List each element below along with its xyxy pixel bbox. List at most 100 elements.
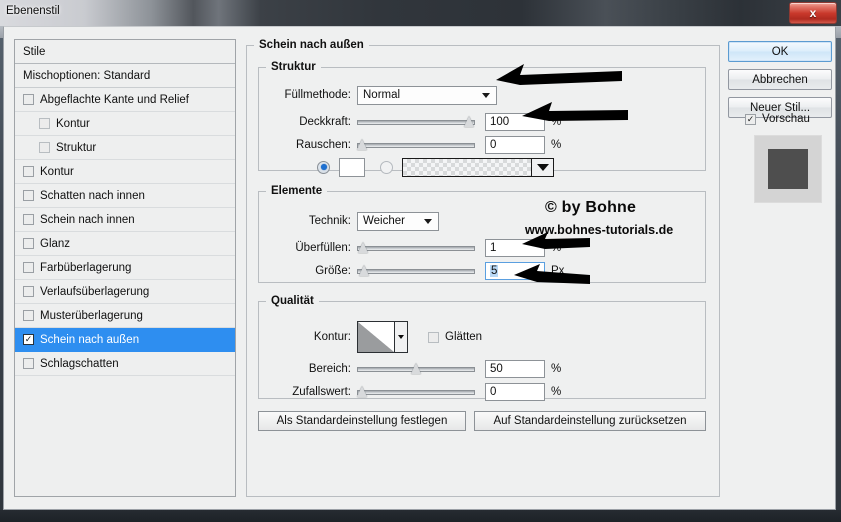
- sidebar-item-label: Musterüberlagerung: [40, 309, 143, 322]
- style-enable-checkbox[interactable]: [23, 166, 34, 177]
- struktur-group: Struktur Füllmethode: Normal Deckkraft: …: [258, 61, 706, 177]
- ueberfuellen-slider-track: [357, 246, 475, 251]
- bereich-slider-thumb[interactable]: [410, 363, 422, 375]
- groesse-unit: Px: [551, 265, 565, 277]
- deckkraft-label: Deckkraft:: [299, 116, 351, 128]
- struktur-legend: Struktur: [271, 61, 316, 73]
- style-enable-checkbox[interactable]: [39, 142, 50, 153]
- sidebar-item[interactable]: Schein nach innen: [15, 208, 235, 232]
- style-enable-checkbox[interactable]: [23, 238, 34, 249]
- styles-list[interactable]: Stile Mischoptionen: Standard Abgeflacht…: [14, 39, 236, 497]
- ok-button[interactable]: OK: [728, 41, 832, 62]
- qualitaet-legend: Qualität: [271, 295, 314, 307]
- bereich-unit: %: [551, 363, 562, 375]
- rauschen-unit: %: [551, 139, 562, 151]
- gradient-radio[interactable]: [380, 160, 393, 174]
- sidebar-item-label: Schein nach außen: [40, 333, 140, 346]
- zufallswert-input[interactable]: 0: [485, 383, 545, 401]
- chevron-down-icon: [424, 219, 432, 224]
- sidebar-item[interactable]: Farbüberlagerung: [15, 256, 235, 280]
- sidebar-item[interactable]: Musterüberlagerung: [15, 304, 235, 328]
- deckkraft-slider[interactable]: [357, 115, 475, 129]
- dialog-actions: OK Abbrechen Neuer Stil... ✓ Vorschau: [728, 39, 832, 497]
- sidebar-item[interactable]: Abgeflachte Kante und Relief: [15, 88, 235, 112]
- contour-preview[interactable]: [357, 321, 395, 353]
- rauschen-slider-track: [357, 143, 475, 148]
- elemente-legend: Elemente: [271, 185, 323, 197]
- zufallswert-slider[interactable]: [357, 385, 475, 399]
- preview-toggle[interactable]: ✓ Vorschau: [745, 113, 810, 125]
- preview-swatch: [768, 149, 808, 189]
- zufallswert-slider-thumb[interactable]: [357, 386, 368, 398]
- sidebar-item[interactable]: Kontur: [15, 112, 235, 136]
- chevron-down-icon: [482, 93, 490, 98]
- deckkraft-slider-thumb[interactable]: [464, 116, 475, 128]
- glaetten-label: Glätten: [445, 331, 483, 343]
- reset-default-button[interactable]: Auf Standardeinstellung zurücksetzen: [474, 411, 706, 431]
- fuellmethode-combo[interactable]: Normal: [357, 85, 497, 105]
- technik-combo[interactable]: Weicher: [357, 211, 439, 231]
- preview-checkbox[interactable]: ✓: [745, 113, 756, 125]
- sidebar-item[interactable]: Struktur: [15, 136, 235, 160]
- sidebar-item-label: Glanz: [40, 237, 71, 250]
- rauschen-input[interactable]: 0: [485, 136, 545, 154]
- sidebar-item-label: Schatten nach innen: [40, 189, 145, 202]
- rauschen-slider-thumb[interactable]: [357, 139, 368, 151]
- deckkraft-input[interactable]: 100: [485, 113, 545, 131]
- sidebar-item[interactable]: Schlagschatten: [15, 352, 235, 376]
- sidebar-item[interactable]: Kontur: [15, 160, 235, 184]
- color-radio[interactable]: [317, 160, 330, 174]
- fuellmethode-label: Füllmethode:: [284, 89, 351, 101]
- style-enable-checkbox[interactable]: [23, 214, 34, 225]
- set-default-button[interactable]: Als Standardeinstellung festlegen: [258, 411, 466, 431]
- watermark-url: www.bohnes-tutorials.de: [525, 223, 674, 237]
- panel-title: Schein nach außen: [259, 39, 364, 51]
- fuellmethode-row: Füllmethode: Normal: [265, 85, 695, 105]
- style-enable-checkbox[interactable]: [23, 286, 34, 297]
- sidebar-item-label: Schlagschatten: [40, 357, 119, 370]
- technik-value: Weicher: [363, 215, 405, 227]
- glaetten-checkbox[interactable]: [428, 331, 439, 343]
- preview-thumbnail: [754, 135, 822, 203]
- sidebar-item-label: Struktur: [56, 141, 97, 154]
- sidebar-item-label: Farbüberlagerung: [40, 261, 132, 274]
- gradient-preview[interactable]: [402, 157, 532, 177]
- ueberfuellen-slider[interactable]: [357, 241, 475, 255]
- style-enable-checkbox[interactable]: [23, 190, 34, 201]
- kontur-row: Kontur: Glätten: [265, 321, 695, 353]
- sidebar-item[interactable]: Verlaufsüberlagerung: [15, 280, 235, 304]
- sidebar-item[interactable]: ✓ Schein nach außen: [15, 328, 235, 352]
- gradient-dropdown-icon[interactable]: [532, 157, 554, 177]
- style-enable-checkbox[interactable]: [23, 310, 34, 321]
- window-title: Ebenenstil: [6, 5, 60, 17]
- ueberfuellen-slider-thumb[interactable]: [358, 242, 369, 254]
- groesse-slider-thumb[interactable]: [359, 265, 370, 277]
- contour-dropdown-icon[interactable]: [395, 321, 408, 353]
- rauschen-row: Rauschen: 0 %: [265, 135, 695, 155]
- rauschen-slider[interactable]: [357, 138, 475, 152]
- close-icon[interactable]: x: [789, 2, 837, 24]
- style-enable-checkbox[interactable]: [23, 262, 34, 273]
- bereich-slider[interactable]: [357, 362, 475, 376]
- style-enable-checkbox[interactable]: [39, 118, 50, 129]
- blending-options-row[interactable]: Mischoptionen: Standard: [15, 64, 235, 88]
- groesse-slider[interactable]: [357, 264, 475, 278]
- styles-list-header: Stile: [15, 40, 235, 64]
- color-swatch[interactable]: [339, 157, 365, 177]
- groesse-input[interactable]: 5: [485, 262, 545, 280]
- qualitaet-group: Qualität Kontur: Glätten Bereich: 50 % Z…: [258, 295, 706, 402]
- close-button-label: x: [809, 6, 817, 20]
- zufallswert-row: Zufallswert: 0 %: [265, 382, 695, 402]
- style-enable-checkbox[interactable]: [23, 94, 34, 105]
- zufallswert-unit: %: [551, 386, 562, 398]
- ueberfuellen-input[interactable]: 1: [485, 239, 545, 257]
- sidebar-item[interactable]: Glanz: [15, 232, 235, 256]
- zufallswert-label: Zufallswert:: [292, 386, 351, 398]
- zufallswert-slider-track: [357, 390, 475, 395]
- style-enable-checkbox[interactable]: [23, 358, 34, 369]
- bereich-input[interactable]: 50: [485, 360, 545, 378]
- title-bar: Ebenenstil x: [0, 0, 841, 25]
- cancel-button[interactable]: Abbrechen: [728, 69, 832, 90]
- sidebar-item[interactable]: Schatten nach innen: [15, 184, 235, 208]
- style-enable-checkbox[interactable]: ✓: [23, 334, 34, 345]
